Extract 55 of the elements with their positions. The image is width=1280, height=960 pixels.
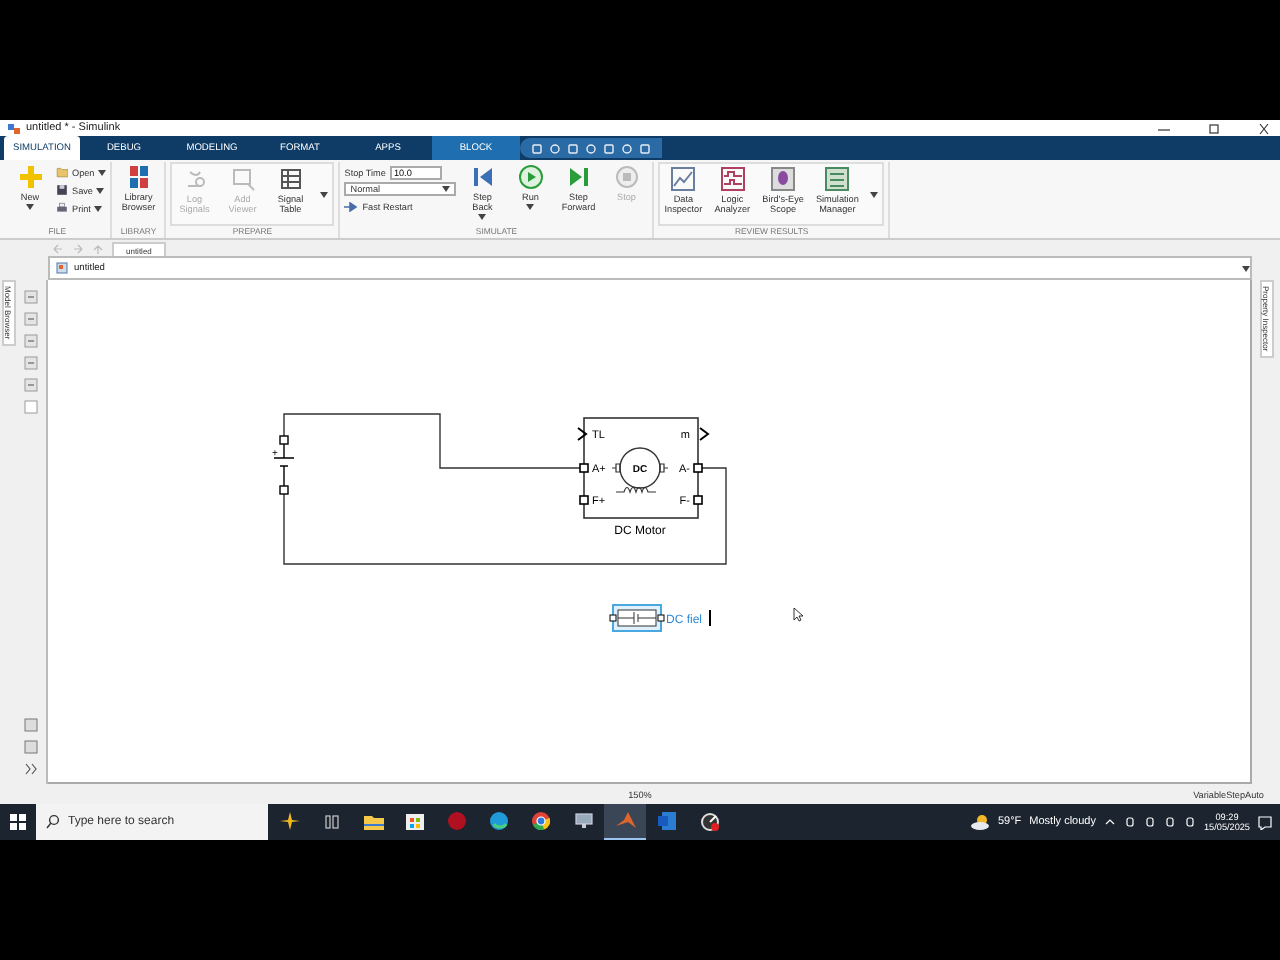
restart-icon [344,201,359,211]
caret-icon [526,204,535,210]
monitor-icon [573,812,593,830]
caret-icon [26,204,34,210]
document-icon [658,812,676,830]
ribbon-icon [565,164,592,190]
ribbon-icon [229,166,256,192]
chevron-up-icon[interactable] [1104,816,1116,828]
field-block-drawing[interactable] [609,604,665,632]
browser-icon [490,812,508,830]
caret-icon [96,187,105,193]
port-icon[interactable] [699,427,710,441]
peak-icon [615,812,635,830]
browser-icon [532,812,550,830]
caret-icon [94,205,103,211]
expand-icon[interactable] [24,762,38,776]
menu-icon [56,202,68,214]
caret-icon[interactable] [1242,265,1250,271]
caret-icon [478,214,487,220]
port-icon[interactable] [579,463,589,473]
caret-icon [870,191,879,197]
port-icon[interactable] [693,495,703,505]
bag-icon [406,812,424,830]
wire[interactable] [283,467,727,565]
menu-icon [56,166,68,178]
cloud-icon [969,814,990,830]
restore-icon[interactable] [1206,121,1222,135]
port-icon[interactable] [579,495,589,505]
record-icon [448,812,466,830]
app-icon [8,123,20,133]
ribbon-icon [125,164,152,190]
caret-icon [98,169,107,175]
model-icon [56,262,68,274]
ribbon-icon [17,164,43,190]
close-icon[interactable] [1256,121,1272,135]
ribbon-icon [824,166,851,192]
wire[interactable] [283,413,581,469]
caret-icon [442,186,451,192]
ribbon-icon [277,166,304,192]
gauge-icon [699,811,719,831]
mouse-pointer-icon [793,607,804,622]
notification-icon[interactable] [1258,815,1272,829]
ribbon-icon [670,166,697,192]
ribbon-icon [719,166,746,192]
motor-block[interactable] [583,417,699,519]
menu-icon [56,184,68,196]
folder-icon [363,813,383,829]
port-icon[interactable] [693,463,703,473]
port-icon[interactable] [577,427,588,441]
caret-icon [320,191,329,197]
ribbon-icon [517,164,544,190]
windows-logo-icon [10,814,26,830]
ribbon-icon [469,164,496,190]
task-view-icon [323,813,339,829]
voltage-source-drawing[interactable] [273,435,295,495]
